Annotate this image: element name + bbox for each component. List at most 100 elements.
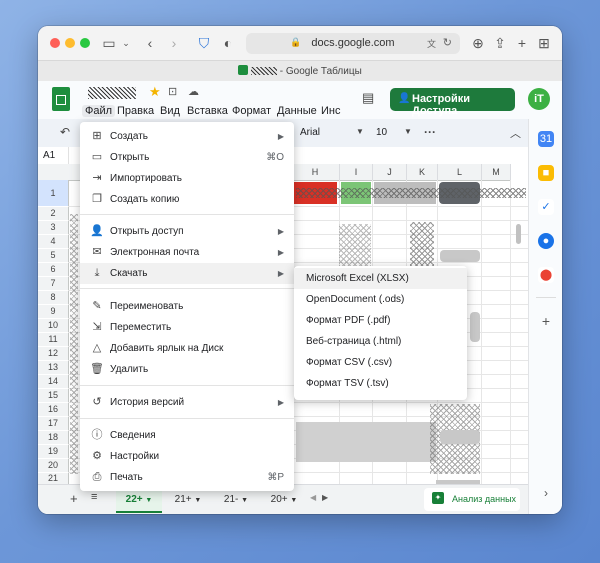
- row-header[interactable]: 13: [38, 361, 69, 374]
- undo-icon[interactable]: ↶: [60, 125, 70, 139]
- menu-item-make-copy[interactable]: ❐ Создать копию: [80, 189, 294, 210]
- row-header[interactable]: 3: [38, 221, 69, 234]
- row-header[interactable]: 16: [38, 403, 69, 416]
- contacts-icon[interactable]: ●: [538, 233, 554, 249]
- menu-item-download[interactable]: ⤓ Скачать ▶: [80, 263, 294, 284]
- tasks-icon[interactable]: ✓: [538, 199, 554, 215]
- expand-panel-icon[interactable]: ›: [538, 485, 554, 501]
- menu-item-share[interactable]: 👤 Открыть доступ ▶: [80, 221, 294, 242]
- comments-icon[interactable]: ▤: [362, 90, 374, 106]
- row-header[interactable]: 17: [38, 417, 69, 430]
- download-xlsx[interactable]: Microsoft Excel (XLSX): [294, 268, 467, 289]
- download-pdf[interactable]: Формат PDF (.pdf): [294, 310, 467, 331]
- menu-item-settings[interactable]: ⚙ Настройки: [80, 446, 294, 467]
- menu-file[interactable]: Файл: [82, 105, 116, 117]
- minimize-window-button[interactable]: [65, 38, 75, 48]
- sheets-logo-icon[interactable]: [52, 87, 70, 111]
- tabs-scroll-right-icon[interactable]: ▶: [322, 493, 328, 502]
- menu-item-create[interactable]: ⊞ Создать ▶: [80, 126, 294, 147]
- menu-edit[interactable]: Правка: [117, 105, 154, 117]
- active-tab[interactable]: - Google Таблицы: [38, 65, 562, 77]
- collapse-toolbar-icon[interactable]: ︿: [510, 125, 521, 141]
- document-title[interactable]: [88, 87, 136, 99]
- calendar-icon[interactable]: 31: [538, 131, 554, 147]
- add-addon-icon[interactable]: +: [538, 313, 554, 329]
- download-html[interactable]: Веб-страница (.html): [294, 331, 467, 352]
- cell-reference[interactable]: A1: [43, 150, 55, 161]
- row-header[interactable]: 5: [38, 249, 69, 262]
- menu-item-version-history[interactable]: ↺ История версий ▶: [80, 392, 294, 413]
- all-sheets-icon[interactable]: ≡: [91, 491, 97, 503]
- corner-cell[interactable]: [38, 164, 69, 181]
- address-bar[interactable]: 🔒 docs.google.com 文 ↻: [246, 33, 460, 54]
- menu-item-details[interactable]: ⓘ Сведения: [80, 425, 294, 446]
- forward-icon[interactable]: ›: [166, 35, 182, 51]
- row-header[interactable]: 6: [38, 263, 69, 276]
- vertical-scrollbar[interactable]: [516, 224, 521, 244]
- row-header[interactable]: 18: [38, 431, 69, 444]
- column-header-l[interactable]: L: [438, 164, 482, 181]
- download-tsv[interactable]: Формат TSV (.tsv): [294, 373, 467, 394]
- font-select[interactable]: Arial: [300, 127, 320, 138]
- menu-view[interactable]: Вид: [160, 105, 180, 117]
- tab-overview-icon[interactable]: ⊞: [536, 35, 552, 51]
- tabs-scroll-left-icon[interactable]: ◀: [310, 493, 316, 502]
- tab-dropdown-icon[interactable]: ▼: [241, 497, 248, 504]
- tab-dropdown-icon[interactable]: ▼: [145, 497, 152, 504]
- new-tab-icon[interactable]: +: [514, 35, 530, 51]
- menu-data[interactable]: Данные: [277, 105, 317, 117]
- zoom-window-button[interactable]: [80, 38, 90, 48]
- move-folder-icon[interactable]: ⊡: [168, 85, 177, 98]
- sheet-tab-active[interactable]: 22+ ▼: [116, 489, 162, 513]
- menu-item-rename[interactable]: ✎ Переименовать: [80, 296, 294, 317]
- close-window-button[interactable]: [50, 38, 60, 48]
- menu-item-move[interactable]: ⇲ Переместить: [80, 317, 294, 338]
- reload-icon[interactable]: ↻: [443, 36, 452, 49]
- menu-insert[interactable]: Вставка: [187, 105, 228, 117]
- translate-icon[interactable]: 文: [427, 37, 436, 50]
- row-header[interactable]: 21: [38, 473, 69, 484]
- keep-icon[interactable]: ■: [538, 165, 554, 181]
- more-tools-icon[interactable]: ···: [424, 125, 436, 139]
- font-size-select[interactable]: 10: [376, 127, 387, 138]
- row-header[interactable]: 14: [38, 375, 69, 388]
- explore-button[interactable]: ✦ Анализ данных: [424, 488, 520, 511]
- menu-tools[interactable]: Инс: [321, 105, 340, 117]
- font-size-dropdown-icon[interactable]: ▼: [404, 127, 412, 136]
- menu-item-delete[interactable]: 🗑 Удалить: [80, 359, 294, 380]
- chevron-down-icon[interactable]: ⌄: [118, 35, 134, 51]
- tab-dropdown-icon[interactable]: ▼: [194, 497, 201, 504]
- column-header-h[interactable]: H: [291, 164, 340, 181]
- menu-item-import[interactable]: ⇥ Импортировать: [80, 168, 294, 189]
- privacy-icon[interactable]: ◐: [220, 35, 236, 51]
- menu-item-email[interactable]: ✉ Электронная почта ▶: [80, 242, 294, 263]
- share-button[interactable]: 👤 Настройки Доступа: [390, 88, 515, 117]
- row-header[interactable]: 4: [38, 235, 69, 248]
- row-header-1[interactable]: 1: [38, 180, 69, 206]
- download-csv[interactable]: Формат CSV (.csv): [294, 352, 467, 373]
- menu-format[interactable]: Формат: [232, 105, 271, 117]
- row-header[interactable]: 15: [38, 389, 69, 402]
- tab-dropdown-icon[interactable]: ▼: [290, 497, 297, 504]
- share-icon[interactable]: ⇪: [492, 35, 508, 51]
- row-header[interactable]: 11: [38, 333, 69, 346]
- menu-item-add-shortcut[interactable]: △ Добавить ярлык на Диск: [80, 338, 294, 359]
- row-header[interactable]: 19: [38, 445, 69, 458]
- menu-item-print[interactable]: ⎙ Печать ⌘P: [80, 467, 294, 488]
- row-header[interactable]: 7: [38, 277, 69, 290]
- row-header[interactable]: 9: [38, 305, 69, 318]
- download-ods[interactable]: OpenDocument (.ods): [294, 289, 467, 310]
- sheet-tab[interactable]: 20+ ▼: [262, 489, 306, 511]
- menu-item-open[interactable]: ▭ Открыть ⌘O: [80, 147, 294, 168]
- star-icon[interactable]: ★: [149, 84, 161, 100]
- sheet-tab[interactable]: 21+ ▼: [166, 489, 210, 511]
- avatar[interactable]: iT: [528, 88, 550, 110]
- row-header[interactable]: 12: [38, 347, 69, 360]
- column-header-k[interactable]: K: [407, 164, 438, 181]
- sheet-tab[interactable]: 21- ▼: [214, 489, 258, 511]
- row-header[interactable]: 2: [38, 207, 69, 220]
- row-header[interactable]: 20: [38, 459, 69, 472]
- row-header[interactable]: 8: [38, 291, 69, 304]
- row-header[interactable]: 10: [38, 319, 69, 332]
- column-header-m[interactable]: M: [482, 164, 511, 181]
